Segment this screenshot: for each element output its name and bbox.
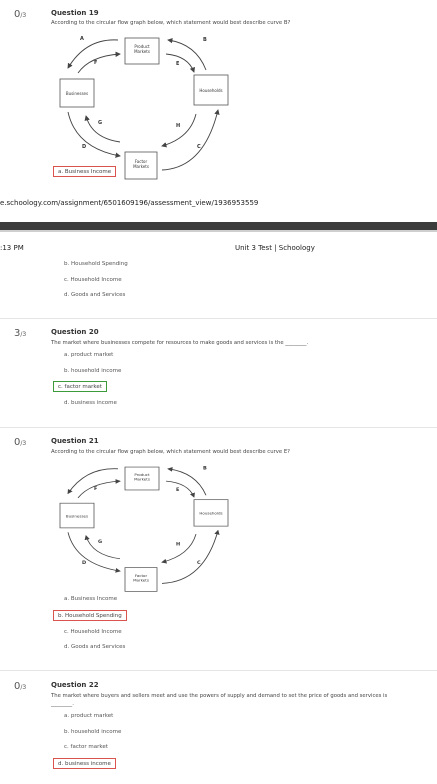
question-21-option-a[interactable]: a. Business Income — [64, 596, 117, 602]
svg-text:B: B — [203, 37, 207, 43]
question-20-option-d[interactable]: d. business income — [64, 400, 117, 406]
question-21-option-c[interactable]: c. Household Income — [64, 629, 122, 635]
svg-text:F: F — [94, 486, 97, 492]
question-19-option-d[interactable]: d. Goods and Services — [64, 292, 125, 298]
question-22-score: 0/3 — [14, 681, 27, 692]
question-19-selected-answer[interactable]: a. Business Income — [53, 166, 117, 177]
page-break-shadow — [0, 230, 437, 232]
circular-flow-diagram: Product Markets Businesses Households Fa… — [59, 466, 229, 592]
svg-text:Businesses: Businesses — [66, 514, 88, 518]
svg-text:Businesses: Businesses — [66, 91, 88, 96]
question-22-option-a[interactable]: a. product market — [64, 713, 113, 719]
question-19-text: According to the circular flow graph bel… — [51, 20, 291, 26]
svg-text:Markets: Markets — [134, 477, 150, 481]
svg-text:Product: Product — [134, 473, 150, 477]
svg-text:Households: Households — [199, 512, 222, 516]
question-20-correct-answer[interactable]: c. factor market — [53, 381, 107, 392]
svg-text:D: D — [82, 560, 86, 566]
question-21-option-d[interactable]: d. Goods and Services — [64, 644, 125, 650]
question-20-text: The market where businesses compete for … — [51, 340, 309, 346]
svg-text:G: G — [98, 120, 102, 126]
print-page-title: Unit 3 Test | Schoology — [235, 244, 315, 252]
question-22-selected-answer[interactable]: d. business income — [53, 758, 116, 769]
question-19-title: Question 19 — [51, 9, 99, 17]
print-time: :13 PM — [0, 244, 24, 252]
question-20-option-a[interactable]: a. product market — [64, 352, 113, 358]
question-divider — [0, 318, 437, 319]
question-22-option-b[interactable]: b. household income — [64, 729, 121, 735]
page-url: e.schoology.com/assignment/6501609196/as… — [0, 199, 259, 207]
question-22-option-c[interactable]: c. factor market — [64, 744, 108, 750]
svg-text:D: D — [82, 144, 86, 150]
question-19-score: 0/3 — [14, 9, 27, 20]
question-divider — [0, 427, 437, 428]
question-22-text: The market where buyers and sellers meet… — [51, 693, 388, 707]
question-19-option-c[interactable]: c. Household Income — [64, 277, 122, 283]
page-break-band — [0, 222, 437, 230]
question-21-text: According to the circular flow graph bel… — [51, 449, 290, 455]
svg-text:H: H — [176, 542, 180, 548]
question-22-title: Question 22 — [51, 681, 99, 689]
svg-text:H: H — [176, 123, 180, 129]
question-21-title: Question 21 — [51, 437, 99, 445]
question-21-score: 0/3 — [14, 437, 27, 448]
svg-text:F: F — [94, 60, 97, 66]
svg-text:C: C — [197, 560, 201, 566]
svg-text:B: B — [203, 466, 207, 472]
circular-flow-diagram: Product Markets Businesses Households Fa… — [59, 36, 229, 180]
svg-text:Households: Households — [199, 88, 222, 93]
svg-text:E: E — [176, 61, 180, 67]
svg-text:A: A — [80, 36, 84, 42]
svg-text:Factor: Factor — [135, 574, 148, 578]
svg-text:Markets: Markets — [134, 49, 150, 54]
svg-text:G: G — [98, 539, 102, 545]
svg-text:C: C — [197, 144, 201, 150]
question-divider — [0, 670, 437, 671]
question-19-option-b[interactable]: b. Household Spending — [64, 261, 128, 267]
svg-text:E: E — [176, 487, 179, 493]
question-20-score: 3/3 — [14, 328, 27, 339]
question-21-selected-answer[interactable]: b. Household Spending — [53, 610, 127, 621]
question-20-title: Question 20 — [51, 328, 99, 336]
svg-text:Markets: Markets — [133, 164, 149, 169]
question-20-option-b[interactable]: b. household income — [64, 368, 121, 374]
svg-text:Markets: Markets — [133, 579, 149, 583]
